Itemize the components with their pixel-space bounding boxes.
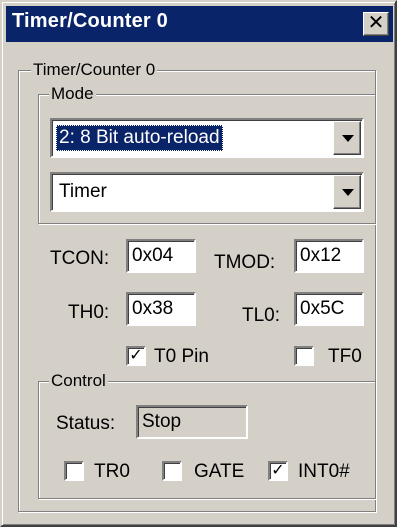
mode-select-dropdown-button[interactable] — [333, 121, 361, 155]
gate-checkbox[interactable] — [162, 461, 182, 481]
timer-type-select-value: Timer — [59, 181, 107, 202]
tcon-input[interactable]: 0x04 — [126, 239, 196, 273]
window-title: Timer/Counter 0 — [12, 10, 168, 32]
tf0-checkbox[interactable] — [294, 346, 314, 366]
tcon-label: TCON: — [50, 248, 110, 269]
gate-label[interactable]: GATE — [194, 460, 244, 484]
timer-type-dropdown-button[interactable] — [333, 175, 361, 209]
mode-group-label: Mode — [49, 83, 96, 105]
mode-select[interactable]: 2: 8 Bit auto-reload — [50, 118, 364, 158]
close-icon: ✕ — [367, 12, 385, 34]
tl0-label: TL0: — [242, 305, 281, 326]
control-group-label: Control — [49, 370, 108, 392]
th0-input[interactable]: 0x38 — [126, 292, 196, 326]
checkmark-icon: ✓ — [271, 462, 285, 479]
timer-counter-window: Timer/Counter 0 ✕ Timer/Counter 0 Mode 2… — [0, 0, 397, 527]
int0-label[interactable]: INT0# — [298, 460, 350, 484]
tr0-label[interactable]: TR0 — [94, 460, 130, 484]
t0-pin-label[interactable]: T0 Pin — [154, 345, 209, 369]
timer-type-select[interactable]: Timer — [50, 172, 364, 212]
status-field: Stop — [136, 405, 248, 439]
checkmark-icon: ✓ — [129, 347, 143, 364]
timer-counter-group-label: Timer/Counter 0 — [31, 59, 158, 81]
t0-pin-checkbox[interactable]: ✓ — [126, 346, 146, 366]
tmod-label: TMOD: — [214, 252, 276, 273]
th0-label: TH0: — [68, 302, 110, 323]
tf0-label[interactable]: TF0 — [328, 345, 362, 369]
close-button[interactable]: ✕ — [363, 12, 389, 36]
status-label: Status: — [56, 413, 116, 434]
tl0-input[interactable]: 0x5C — [294, 292, 364, 326]
mode-select-value: 2: 8 Bit auto-reload — [56, 125, 223, 151]
int0-checkbox[interactable]: ✓ — [268, 461, 288, 481]
title-bar[interactable]: Timer/Counter 0 ✕ — [6, 6, 393, 42]
tmod-input[interactable]: 0x12 — [294, 239, 364, 273]
tr0-checkbox[interactable] — [64, 461, 84, 481]
